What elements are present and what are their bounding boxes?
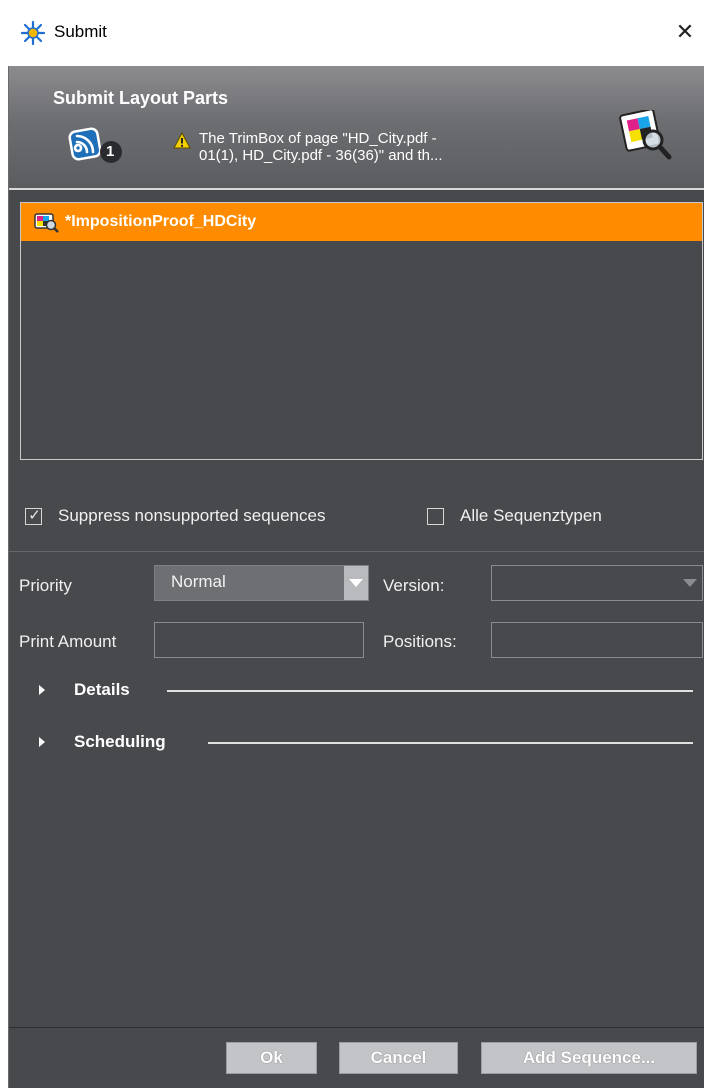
sequence-list[interactable]: *ImpositionProof_HDCity (20, 202, 703, 460)
version-dropdown-button[interactable] (678, 566, 702, 600)
print-amount-label: Print Amount (19, 632, 117, 651)
all-sequence-types-label: Alle Sequenztypen (460, 506, 602, 525)
proof-preview-icon[interactable] (619, 110, 673, 160)
version-label: Version: (383, 576, 445, 595)
priority-dropdown-button[interactable] (344, 566, 368, 600)
priority-label: Priority (19, 576, 72, 595)
chevron-right-icon (39, 685, 45, 695)
button-bar: Ok Cancel Add Sequence... (9, 1027, 704, 1088)
divider (9, 551, 704, 552)
window-title: Submit (54, 22, 107, 41)
dialog-header: Submit Layout Parts 1 The TrimBox of pag… (9, 66, 704, 190)
dialog-heading: Submit Layout Parts (53, 88, 229, 108)
warning-message: The TrimBox of page "HD_City.pdf - 01(1)… (199, 130, 559, 164)
warning-line-1: The TrimBox of page "HD_City.pdf - (199, 130, 437, 147)
section-rule (208, 742, 693, 744)
details-section-title: Details (74, 680, 130, 699)
check-mark-icon: ✓ (28, 506, 41, 524)
positions-label: Positions: (383, 632, 457, 651)
imposition-proof-icon (34, 213, 59, 233)
dialog-body: Submit Layout Parts 1 The TrimBox of pag… (8, 66, 704, 1088)
suppress-nonsupported-checkbox[interactable]: ✓ Suppress nonsupported sequences (25, 506, 325, 526)
close-button[interactable]: ✕ (672, 18, 698, 46)
ok-button[interactable]: Ok (226, 1042, 317, 1074)
suppress-nonsupported-label: Suppress nonsupported sequences (58, 506, 326, 525)
chevron-down-icon (683, 579, 697, 587)
section-rule (167, 690, 693, 692)
version-select[interactable] (491, 565, 703, 601)
details-section-toggle[interactable]: Details (9, 678, 704, 702)
list-item-label: *ImpositionProof_HDCity (65, 213, 257, 230)
jobs-icon[interactable] (67, 126, 127, 170)
close-icon: ✕ (675, 19, 695, 44)
add-sequence-button[interactable]: Add Sequence... (481, 1042, 697, 1074)
chevron-right-icon (39, 737, 45, 747)
all-sequence-types-checkbox[interactable]: Alle Sequenztypen (427, 506, 602, 526)
chevron-down-icon (349, 579, 363, 587)
warning-icon (173, 132, 191, 149)
priority-value: Normal (171, 572, 226, 591)
submit-app-icon (20, 20, 46, 46)
list-item[interactable]: *ImpositionProof_HDCity (21, 203, 702, 241)
positions-input[interactable] (491, 622, 703, 658)
checkbox-box[interactable] (427, 507, 444, 525)
title-bar: Submit ✕ (0, 0, 704, 66)
warning-line-2: 01(1), HD_City.pdf - 36(36)" and th... (199, 147, 443, 164)
print-amount-input[interactable] (154, 622, 364, 658)
cancel-button[interactable]: Cancel (339, 1042, 458, 1074)
scheduling-section-toggle[interactable]: Scheduling (9, 730, 704, 754)
scheduling-section-title: Scheduling (74, 732, 166, 751)
job-count-badge: 1 (106, 143, 115, 160)
checkbox-box[interactable]: ✓ (25, 506, 42, 525)
priority-select[interactable]: Normal (154, 565, 369, 601)
